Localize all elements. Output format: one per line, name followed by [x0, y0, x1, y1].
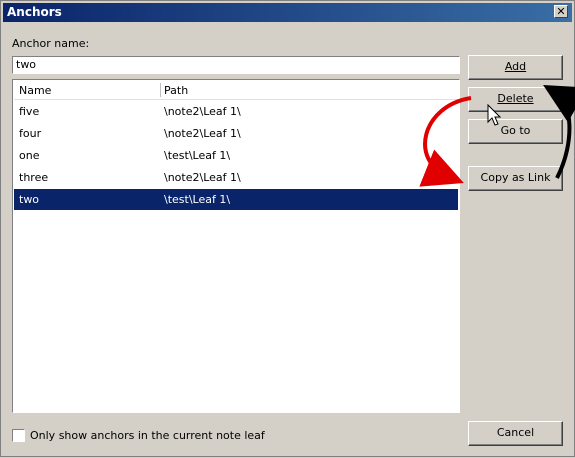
- column-name-header[interactable]: Name: [19, 84, 51, 97]
- row-name: three: [19, 171, 49, 184]
- goto-button-label: Go to: [500, 124, 531, 137]
- row-path: \test\Leaf 1\: [164, 149, 231, 162]
- column-separator[interactable]: [160, 83, 161, 97]
- row-name: one: [19, 149, 40, 162]
- row-path: \note2\Leaf 1\: [164, 171, 241, 184]
- only-show-label: Only show anchors in the current note le…: [30, 429, 265, 442]
- list-item[interactable]: five \note2\Leaf 1\: [14, 101, 458, 122]
- row-name: four: [19, 127, 42, 140]
- anchors-dialog: Anchors ✕ Anchor name: two Name Path fiv…: [0, 0, 575, 457]
- goto-button[interactable]: Go to: [468, 119, 563, 144]
- column-path-header[interactable]: Path: [164, 84, 188, 97]
- row-name: five: [19, 105, 40, 118]
- window-title: Anchors: [7, 5, 62, 19]
- cancel-button[interactable]: Cancel: [468, 421, 563, 446]
- copy-as-link-button[interactable]: Copy as Link: [468, 166, 563, 191]
- copy-as-link-label: Copy as Link: [480, 171, 551, 184]
- close-icon[interactable]: ✕: [554, 5, 568, 18]
- row-path: \note2\Leaf 1\: [164, 105, 241, 118]
- anchor-name-input[interactable]: two: [12, 56, 460, 74]
- delete-button-label: Delete: [497, 92, 534, 105]
- anchors-list[interactable]: Name Path five \note2\Leaf 1\ four \note…: [12, 79, 460, 413]
- anchor-name-label: Anchor name:: [12, 37, 90, 50]
- add-button-label: Add: [504, 60, 527, 73]
- row-path: \note2\Leaf 1\: [164, 127, 241, 140]
- row-name: two: [19, 193, 40, 206]
- list-item-selected[interactable]: two \test\Leaf 1\: [14, 189, 458, 210]
- list-item[interactable]: four \note2\Leaf 1\: [14, 123, 458, 144]
- list-header: Name Path: [14, 81, 458, 100]
- list-item[interactable]: one \test\Leaf 1\: [14, 145, 458, 166]
- row-path: \test\Leaf 1\: [164, 193, 231, 206]
- only-show-checkbox[interactable]: [12, 429, 25, 442]
- cancel-button-label: Cancel: [496, 426, 535, 439]
- delete-button[interactable]: Delete: [468, 87, 563, 112]
- title-bar[interactable]: Anchors ✕: [3, 3, 572, 22]
- add-button[interactable]: Add: [468, 55, 563, 80]
- list-item[interactable]: three \note2\Leaf 1\: [14, 167, 458, 188]
